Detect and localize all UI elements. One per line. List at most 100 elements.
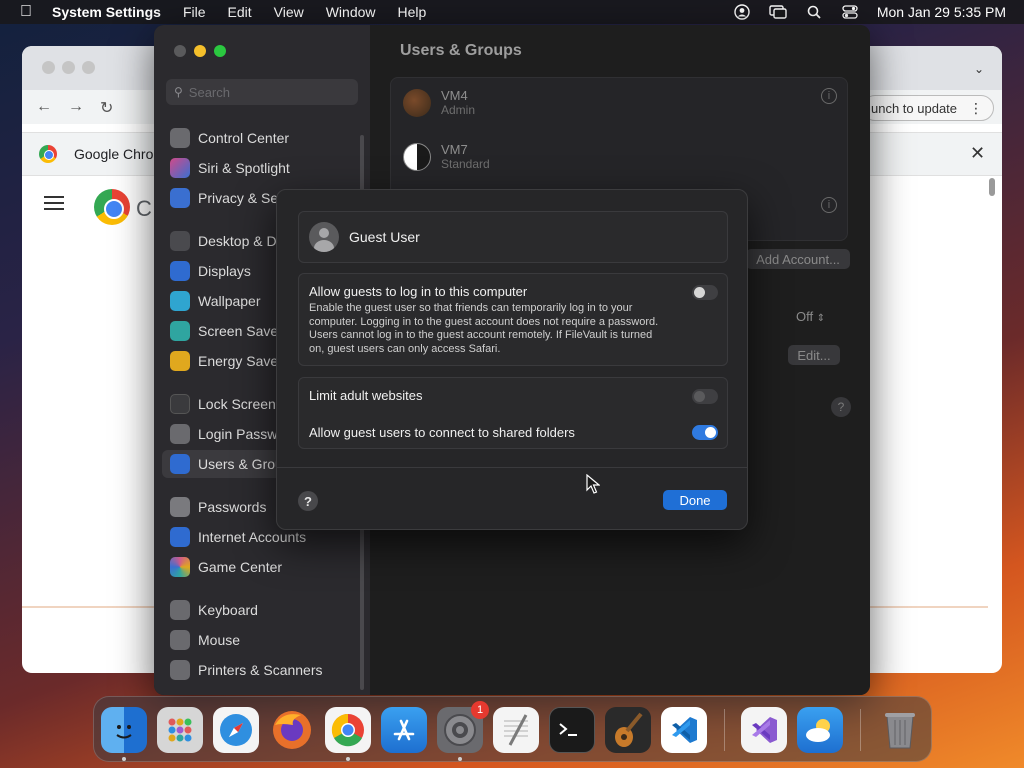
dock-separator — [860, 709, 861, 751]
sidebar-item-login-password[interactable]: Login Passwo — [170, 423, 285, 445]
edit-button[interactable]: Edit... — [788, 345, 840, 365]
user-row-vm7[interactable]: VM7 Standard — [403, 142, 490, 171]
search-field[interactable]: ⚲ Search — [166, 79, 358, 105]
chrome-close-dot[interactable] — [42, 61, 55, 74]
sidebar-item-siri[interactable]: Siri & Spotlight — [170, 157, 290, 179]
sidebar-item-passwords[interactable]: Passwords — [170, 496, 266, 518]
textedit-icon[interactable] — [493, 707, 539, 753]
hand-icon — [170, 188, 190, 208]
screen-mirror-icon[interactable] — [769, 5, 787, 19]
close-button[interactable] — [174, 45, 186, 57]
done-button[interactable]: Done — [663, 490, 727, 510]
forward-icon[interactable]: → — [68, 98, 84, 116]
help-button[interactable]: ? — [298, 491, 318, 511]
user-icon[interactable] — [733, 4, 751, 20]
finder-icon[interactable] — [101, 707, 147, 753]
at-icon — [170, 527, 190, 547]
limit-adult-label: Limit adult websites — [309, 388, 423, 403]
sidebar-item-game-center[interactable]: Game Center — [170, 556, 282, 578]
chevron-down-icon[interactable]: ⌄ — [974, 62, 984, 76]
notification-badge: 1 — [471, 701, 489, 719]
menu-window[interactable]: Window — [326, 4, 376, 20]
relaunch-label: unch to update — [871, 100, 958, 116]
menu-view[interactable]: View — [274, 4, 304, 20]
guest-user-header: Guest User — [298, 211, 728, 263]
weather-icon[interactable] — [797, 707, 843, 753]
limit-adult-toggle[interactable] — [692, 389, 718, 404]
back-icon[interactable]: ← — [36, 98, 52, 116]
reload-icon[interactable]: ↻ — [100, 98, 113, 118]
app-menu[interactable]: System Settings — [52, 4, 161, 20]
menu-file[interactable]: File — [183, 4, 206, 20]
sidebar-item-lock-screen[interactable]: Lock Screen — [170, 393, 276, 415]
keyboard-icon — [170, 600, 190, 620]
app-store-icon[interactable] — [381, 707, 427, 753]
allow-login-group: Allow guests to log in to this computer … — [298, 273, 728, 366]
shared-folders-toggle[interactable] — [692, 425, 718, 440]
visual-studio-icon[interactable] — [741, 707, 787, 753]
sidebar-item-keyboard[interactable]: Keyboard — [170, 599, 258, 621]
info-icon[interactable]: i — [821, 197, 837, 213]
sidebar-item-label: Wallpaper — [198, 293, 261, 309]
gear-icon[interactable]: 1 — [437, 701, 489, 753]
more-icon: ⋮ — [969, 100, 983, 116]
mouse-cursor-icon — [586, 474, 600, 494]
zoom-button[interactable] — [214, 45, 226, 57]
screensaver-icon — [170, 321, 190, 341]
auto-login-select[interactable]: Off ⇕ — [796, 309, 825, 324]
menu-edit[interactable]: Edit — [228, 4, 252, 20]
search-icon[interactable] — [805, 5, 823, 19]
sidebar-item-privacy[interactable]: Privacy & Sec — [170, 187, 285, 209]
control-center-icon[interactable] — [841, 5, 859, 19]
divider — [277, 467, 747, 468]
chrome-logo-icon — [94, 189, 130, 225]
menu-clock[interactable]: Mon Jan 29 5:35 PM — [877, 4, 1006, 20]
terminal-icon[interactable] — [549, 707, 595, 753]
scrollbar[interactable] — [989, 178, 995, 196]
launchpad-icon[interactable] — [157, 707, 203, 753]
sidebar-item-displays[interactable]: Displays — [170, 260, 251, 282]
info-icon[interactable]: i — [821, 88, 837, 104]
guitar-icon[interactable] — [605, 707, 651, 753]
allow-login-description: Enable the guest user so that friends ca… — [309, 302, 659, 355]
sidebar-item-printers[interactable]: Printers & Scanners — [170, 659, 323, 681]
key-icon — [170, 497, 190, 517]
sidebar-item-desktop[interactable]: Desktop & Do — [170, 230, 284, 252]
apple-menu-icon[interactable]:  — [0, 3, 52, 21]
close-icon[interactable]: ✕ — [970, 143, 985, 164]
menu-help[interactable]: Help — [398, 4, 427, 20]
search-placeholder: Search — [188, 84, 230, 100]
chrome-zoom-dot[interactable] — [82, 61, 95, 74]
siri-icon — [170, 158, 190, 178]
sidebar-item-mouse[interactable]: Mouse — [170, 629, 240, 651]
running-indicator — [122, 757, 126, 761]
sidebar-item-label: Control Center — [198, 130, 290, 146]
chrome-minimize-dot[interactable] — [62, 61, 75, 74]
sidebar-item-energy[interactable]: Energy Saver — [170, 350, 283, 372]
avatar — [403, 88, 431, 117]
user-role: Standard — [441, 157, 490, 171]
guest-avatar-icon — [309, 222, 339, 252]
minimize-button[interactable] — [194, 45, 206, 57]
running-indicator — [346, 757, 350, 761]
printer-icon — [170, 660, 190, 680]
sidebar-item-label: Mouse — [198, 632, 241, 648]
hamburger-icon[interactable] — [44, 196, 64, 214]
firefox-icon[interactable] — [269, 707, 315, 753]
add-account-button[interactable]: Add Account... — [746, 249, 850, 269]
sidebar-item-control-center[interactable]: Control Center — [170, 127, 289, 149]
safari-icon[interactable] — [213, 707, 259, 753]
sidebar-item-screen-saver[interactable]: Screen Saver — [170, 320, 283, 342]
vscode-icon[interactable] — [661, 707, 707, 753]
relaunch-button[interactable]: unch to update ⋮ — [862, 95, 994, 121]
help-button[interactable]: ? — [831, 397, 851, 417]
chrome-logo-icon — [39, 145, 57, 163]
sun-icon — [170, 261, 190, 281]
trash-icon[interactable] — [877, 707, 923, 753]
sidebar-item-label: Game Center — [198, 559, 283, 575]
chrome-icon[interactable] — [325, 707, 371, 753]
sidebar-item-wallpaper[interactable]: Wallpaper — [170, 290, 261, 312]
allow-login-toggle[interactable] — [692, 285, 718, 300]
user-row-vm4[interactable]: VM4 Admin — [403, 88, 475, 117]
sidebar-item-label: Privacy & Sec — [198, 190, 286, 206]
